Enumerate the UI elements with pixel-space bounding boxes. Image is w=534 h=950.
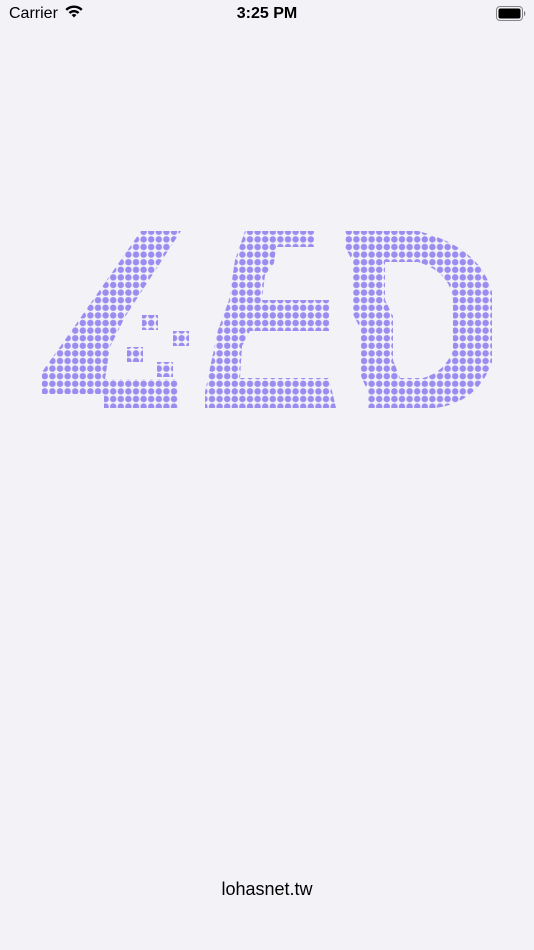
- website-label: lohasnet.tw: [221, 879, 313, 899]
- logo-letter-d: [345, 231, 492, 408]
- logo-letter-e: [205, 231, 336, 408]
- logo-letter-d-counter: [385, 262, 453, 378]
- led-logo: [42, 231, 492, 408]
- logo-letter-l: [42, 231, 189, 408]
- splash-screen: Carrier 3:25 PM lohasnet.tw: [0, 0, 534, 950]
- status-time: 3:25 PM: [236, 5, 298, 22]
- battery-icon: [496, 6, 526, 21]
- status-bar: Carrier 3:25 PM: [0, 0, 534, 30]
